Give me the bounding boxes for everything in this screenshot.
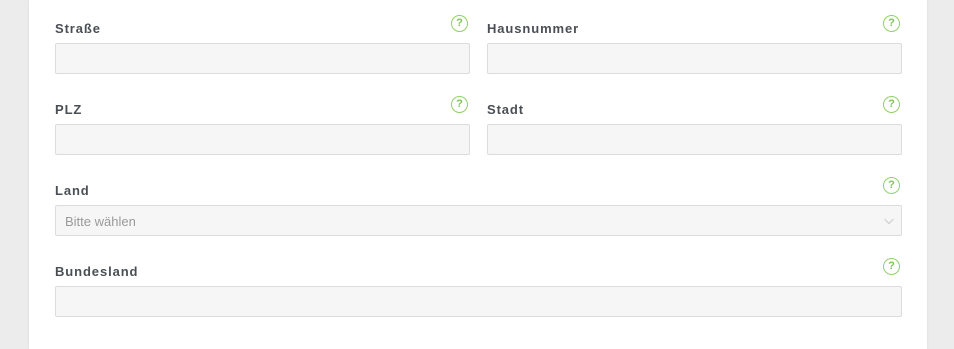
city-input[interactable] xyxy=(487,124,902,155)
state-input[interactable] xyxy=(55,286,902,317)
street-field: Straße ? xyxy=(55,15,470,76)
help-icon[interactable]: ? xyxy=(883,258,900,275)
help-icon[interactable]: ? xyxy=(451,15,468,32)
house-number-label: Hausnummer xyxy=(487,21,580,36)
country-select[interactable]: Bitte wählen xyxy=(55,205,902,236)
house-number-input[interactable] xyxy=(487,43,902,74)
help-icon[interactable]: ? xyxy=(451,96,468,113)
help-icon[interactable]: ? xyxy=(883,96,900,113)
street-label: Straße xyxy=(55,21,101,36)
state-field: Bundesland ? xyxy=(55,258,902,319)
address-form-card: Straße ? Hausnummer ? PLZ ? Stadt ? Land… xyxy=(29,0,927,349)
zip-field: PLZ ? xyxy=(55,96,470,157)
country-field: Land ? Bitte wählen xyxy=(55,177,902,238)
country-selected-value: Bitte wählen xyxy=(65,214,136,229)
street-input[interactable] xyxy=(55,43,470,74)
zip-input[interactable] xyxy=(55,124,470,155)
city-field: Stadt ? xyxy=(487,96,902,157)
country-label: Land xyxy=(55,183,90,198)
house-number-field: Hausnummer ? xyxy=(487,15,902,76)
help-icon[interactable]: ? xyxy=(883,177,900,194)
chevron-down-icon xyxy=(884,218,894,225)
state-label: Bundesland xyxy=(55,264,139,279)
city-label: Stadt xyxy=(487,102,524,117)
help-icon[interactable]: ? xyxy=(883,15,900,32)
zip-label: PLZ xyxy=(55,102,83,117)
